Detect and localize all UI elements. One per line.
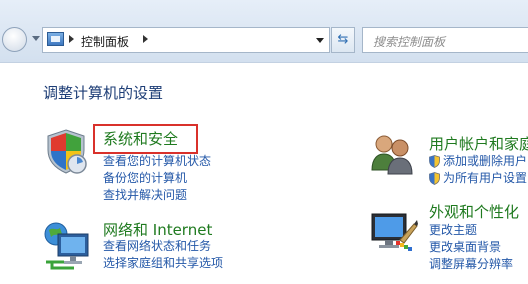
refresh-button[interactable]: ⇆ — [331, 27, 355, 53]
highlight-annotation — [93, 124, 198, 154]
chevron-right-icon[interactable] — [69, 35, 74, 43]
address-bar[interactable]: 控制面板 — [42, 27, 330, 53]
users-icon — [371, 135, 413, 175]
link-homegroup-sharing[interactable]: 选择家庭组和共享选项 — [103, 255, 223, 272]
category-heading-user-accounts[interactable]: 用户帐户和家庭 — [429, 133, 528, 154]
uac-shield-icon — [429, 172, 440, 185]
search-placeholder: 搜索控制面板 — [373, 35, 446, 49]
category-links-network-internet: 查看网络状态和任务 选择家庭组和共享选项 — [103, 238, 223, 272]
uac-shield-icon — [429, 155, 440, 168]
link-change-theme[interactable]: 更改主题 — [429, 222, 513, 239]
link-change-desktop-background[interactable]: 更改桌面背景 — [429, 239, 513, 256]
address-history-dropdown-icon[interactable] — [316, 38, 324, 43]
shield-icon — [47, 129, 87, 174]
network-icon — [44, 222, 89, 270]
search-input[interactable]: 搜索控制面板 — [362, 27, 528, 53]
appearance-icon — [371, 213, 418, 251]
breadcrumb-control-panel[interactable]: 控制面板 — [81, 33, 129, 50]
link-add-remove-users-label[interactable]: 添加或删除用户 — [443, 153, 527, 170]
page-title: 调整计算机的设置 — [43, 84, 164, 102]
category-links-system-security: 查看您的计算机状态 备份您的计算机 查找并解决问题 — [103, 153, 211, 204]
link-view-computer-status[interactable]: 查看您的计算机状态 — [103, 153, 211, 170]
category-heading-appearance[interactable]: 外观和个性化 — [429, 201, 519, 222]
refresh-icon: ⇆ — [337, 32, 349, 47]
link-set-for-all-users[interactable]: 为所有用户设置 — [429, 170, 527, 187]
recent-pages-dropdown-icon[interactable] — [32, 36, 40, 41]
link-troubleshoot[interactable]: 查找并解决问题 — [103, 187, 211, 204]
category-links-user-accounts: 添加或删除用户 为所有用户设置 — [429, 153, 527, 187]
link-view-network-status[interactable]: 查看网络状态和任务 — [103, 238, 223, 255]
link-adjust-screen-resolution[interactable]: 调整屏幕分辨率 — [429, 256, 513, 273]
chevron-right-icon[interactable] — [143, 35, 148, 43]
link-backup-computer[interactable]: 备份您的计算机 — [103, 170, 211, 187]
category-heading-network-internet[interactable]: 网络和 Internet — [103, 219, 212, 240]
category-links-appearance: 更改主题 更改桌面背景 调整屏幕分辨率 — [429, 222, 513, 273]
link-add-remove-users[interactable]: 添加或删除用户 — [429, 153, 527, 170]
navigation-toolbar: 控制面板 ⇆ 搜索控制面板 — [0, 0, 528, 63]
back-button[interactable] — [2, 27, 27, 52]
control-panel-icon — [47, 32, 64, 46]
link-set-for-all-users-label[interactable]: 为所有用户设置 — [443, 170, 527, 187]
